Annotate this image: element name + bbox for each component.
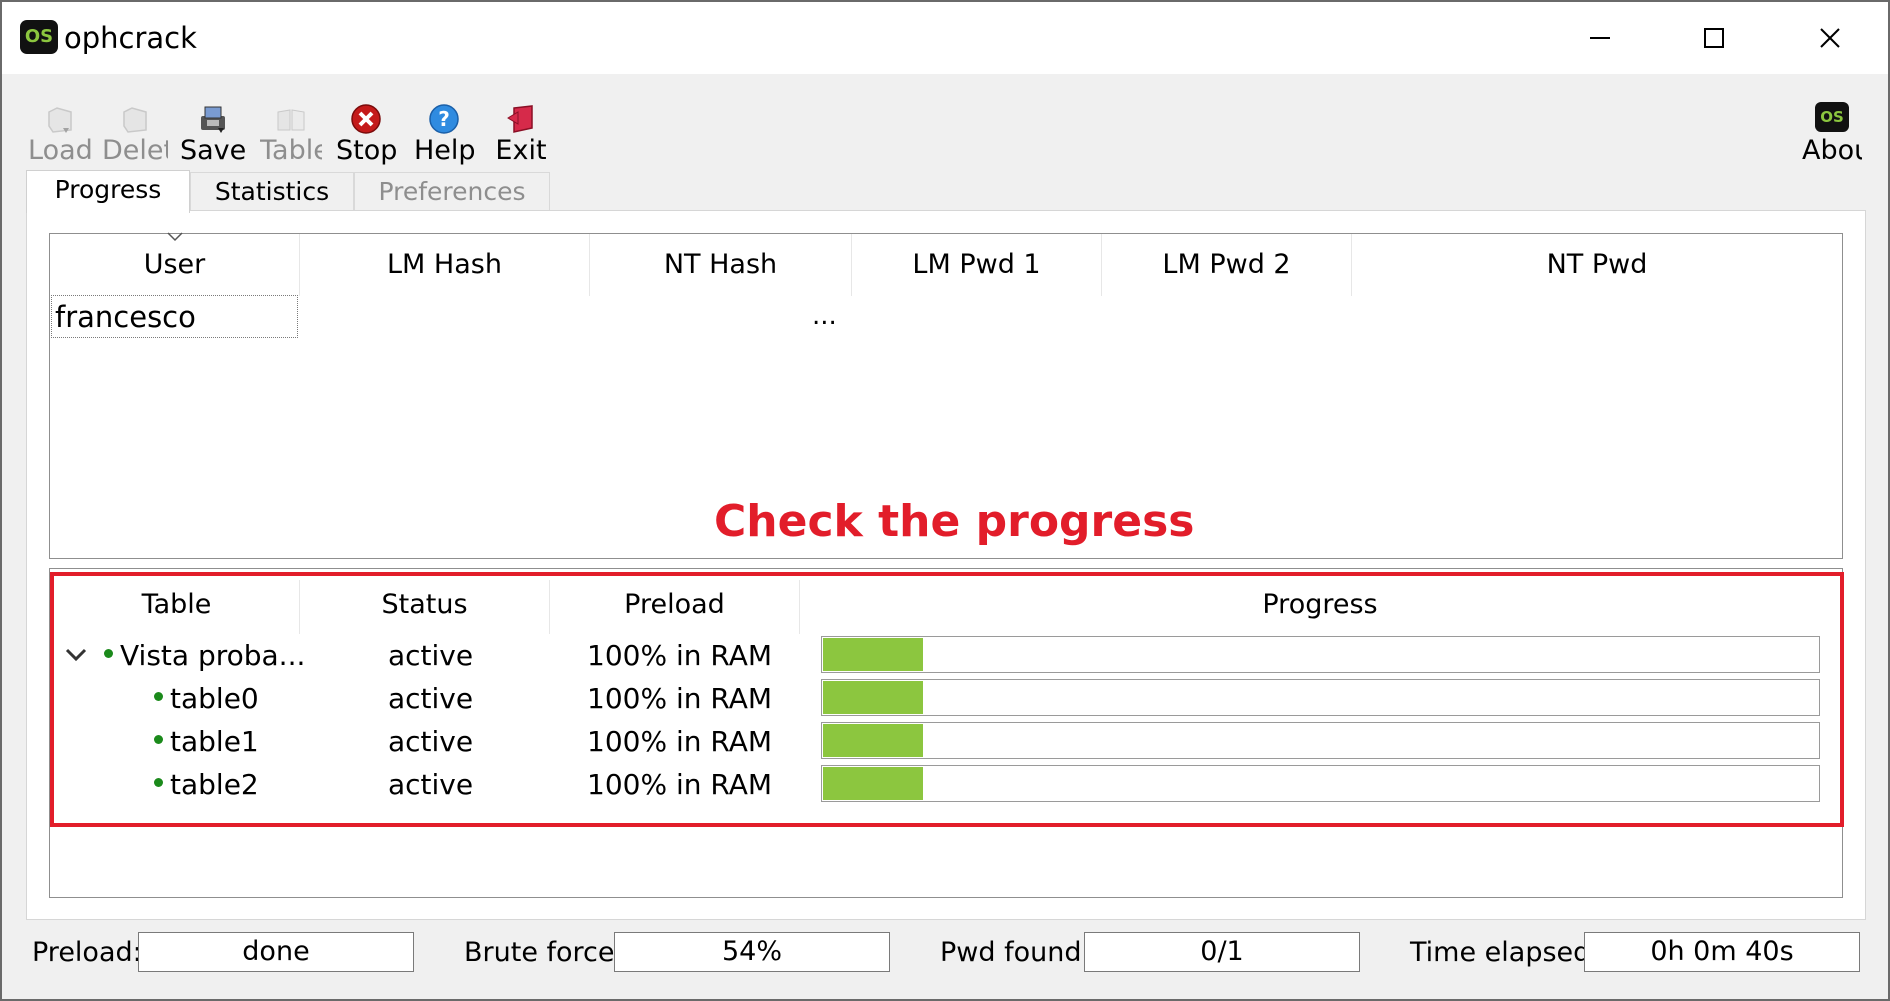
- save-label: Save: [180, 135, 246, 166]
- stop-label: Stop: [336, 135, 396, 166]
- help-icon: ?: [429, 104, 459, 134]
- load-icon: [48, 107, 72, 133]
- delete-icon: [123, 107, 147, 133]
- app-window: OS ophcrack Load Delete Save Tables: [0, 0, 1890, 1001]
- help-label: Help: [414, 135, 474, 166]
- delete-button[interactable]: Delete: [102, 102, 168, 166]
- app-logo-icon: OS: [20, 20, 58, 54]
- delete-label: Delete: [102, 135, 168, 166]
- about-logo-icon: OS: [1815, 102, 1849, 132]
- pwd-found-label: Pwd found:: [940, 937, 1091, 968]
- brute-force-label: Brute force:: [464, 937, 624, 968]
- maximize-button[interactable]: [1684, 16, 1744, 60]
- annotation-highlight-box: [50, 572, 1844, 827]
- about-button[interactable]: OS About: [1802, 102, 1862, 166]
- preload-status-value: done: [138, 932, 414, 972]
- svg-text:?: ?: [438, 107, 450, 131]
- exit-label: Exit: [495, 135, 547, 166]
- save-icon: [201, 106, 225, 133]
- tables-icon: [277, 109, 305, 131]
- column-header-nt-hash[interactable]: NT Hash: [590, 234, 852, 296]
- save-button[interactable]: Save: [180, 102, 246, 166]
- minimize-icon: [1590, 37, 1610, 39]
- close-button[interactable]: [1800, 16, 1860, 60]
- brute-force-value: 54%: [614, 932, 890, 972]
- nt-hash-cell[interactable]: ...: [812, 296, 837, 336]
- about-label: About: [1802, 135, 1862, 166]
- window-title: ophcrack: [64, 21, 197, 55]
- load-button[interactable]: Load: [28, 102, 92, 166]
- stop-button[interactable]: Stop: [336, 102, 396, 166]
- column-header-nt-pwd[interactable]: NT Pwd: [1352, 234, 1842, 296]
- time-elapsed-value: 0h 0m 40s: [1584, 932, 1860, 972]
- help-button[interactable]: ? Help: [414, 102, 474, 166]
- column-header-user[interactable]: User: [50, 232, 300, 296]
- exit-button[interactable]: Exit: [490, 102, 552, 166]
- toolbar: Load Delete Save Tables Stop ? Help Exit…: [2, 74, 1888, 169]
- close-icon: [1820, 28, 1840, 48]
- sort-indicator-icon: [167, 232, 183, 242]
- minimize-button[interactable]: [1570, 16, 1630, 60]
- stop-icon: [351, 104, 381, 134]
- annotation-text: Check the progress: [714, 496, 1195, 547]
- column-header-lm-pwd-2[interactable]: LM Pwd 2: [1102, 234, 1352, 296]
- title-bar: OS ophcrack: [2, 2, 1888, 74]
- pwd-found-value: 0/1: [1084, 932, 1360, 972]
- preload-status-label: Preload:: [32, 937, 142, 968]
- user-cell[interactable]: francesco: [51, 295, 298, 338]
- tab-statistics[interactable]: Statistics: [190, 172, 354, 212]
- column-header-user-label: User: [143, 249, 206, 280]
- tab-progress[interactable]: Progress: [26, 170, 190, 213]
- load-label: Load: [28, 135, 92, 166]
- time-elapsed-label: Time elapsed:: [1410, 937, 1600, 968]
- tables-label: Tables: [260, 135, 322, 166]
- maximize-icon: [1704, 28, 1724, 48]
- exit-icon: [507, 105, 533, 133]
- column-header-lm-pwd-1[interactable]: LM Pwd 1: [852, 234, 1102, 296]
- tables-button[interactable]: Tables: [260, 102, 322, 166]
- tab-preferences[interactable]: Preferences: [354, 172, 550, 212]
- column-header-lm-hash[interactable]: LM Hash: [300, 234, 590, 296]
